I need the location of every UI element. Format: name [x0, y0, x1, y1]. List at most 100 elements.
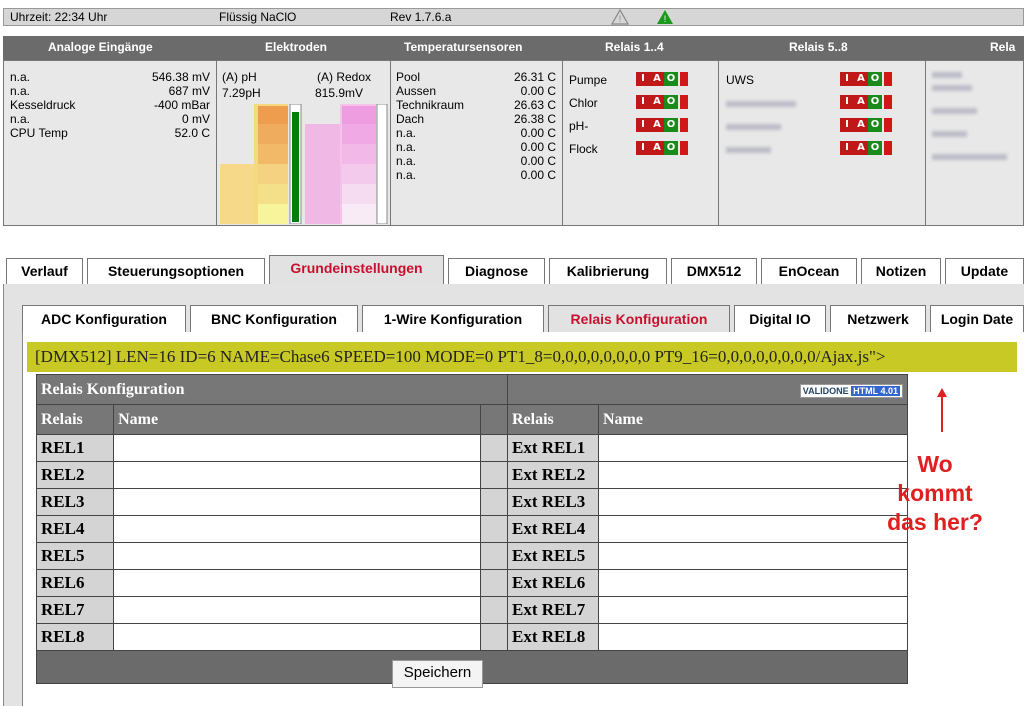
- tab-digital-io[interactable]: Digital IO: [734, 305, 826, 333]
- analog-name: Kesseldruck: [10, 98, 76, 112]
- temp-name: n.a.: [396, 126, 417, 140]
- col-name: Name: [113, 404, 481, 435]
- tab-1wire-konfiguration[interactable]: 1-Wire Konfiguration: [362, 305, 544, 333]
- tab-dmx512[interactable]: DMX512: [671, 258, 757, 284]
- temp-value: 0.00 C: [520, 168, 556, 182]
- tab-bnc-konfiguration[interactable]: BNC Konfiguration: [190, 305, 358, 333]
- section-analog: Analoge Eingänge: [48, 40, 153, 54]
- relay-name-input[interactable]: [113, 434, 481, 462]
- dmx-debug-line: [DMX512] LEN=16 ID=6 NAME=Chase6 SPEED=1…: [27, 342, 1017, 372]
- warning-green-icon: !: [657, 10, 673, 24]
- relay-name: Chlor: [569, 96, 598, 110]
- tab-enocean[interactable]: EnOcean: [761, 258, 857, 284]
- chemical-display: Flüssig NaClO: [219, 10, 297, 24]
- save-button[interactable]: Speichern: [392, 660, 483, 688]
- relay-config-table: Relais Konfiguration VALIDONE HTML 4.01 …: [35, 374, 908, 684]
- section-electrodes: Elektroden: [265, 40, 328, 54]
- redox-label: (A) Redox: [317, 70, 372, 84]
- html401-badge[interactable]: VALIDONE HTML 4.01: [799, 383, 903, 398]
- table-row: REL7 Ext REL7: [35, 596, 908, 624]
- relay-switch[interactable]: IAO: [840, 72, 896, 86]
- temp-name: n.a.: [396, 140, 417, 154]
- relay-label: REL4: [35, 515, 115, 543]
- relay-name: Pumpe: [569, 73, 608, 87]
- section-relays-5-8: Relais 5..8: [789, 40, 848, 54]
- temp-name: Technikraum: [396, 98, 465, 112]
- ext-relay-label: Ext REL5: [507, 542, 599, 570]
- revision-display: Rev 1.7.6.a: [390, 10, 452, 24]
- tab-notizen[interactable]: Notizen: [861, 258, 941, 284]
- relay-switch[interactable]: IAO: [840, 141, 896, 155]
- section-header-bar: Analoge Eingänge Elektroden Temperaturse…: [3, 36, 1024, 60]
- temp-name: Dach: [396, 112, 425, 126]
- warning-gray-icon: !: [611, 9, 629, 25]
- relay-name: Flock: [569, 142, 598, 156]
- relay-label: REL6: [35, 569, 115, 597]
- analog-name: n.a.: [10, 70, 31, 84]
- tab-relais-konfiguration[interactable]: Relais Konfiguration: [548, 305, 730, 333]
- tab-login-date[interactable]: Login Date: [930, 305, 1024, 333]
- analog-value: 0 mV: [181, 112, 210, 126]
- tab-verlauf[interactable]: Verlauf: [6, 258, 83, 284]
- table-row: REL4 Ext REL4: [35, 515, 908, 543]
- table-row: REL8 Ext REL8: [35, 623, 908, 651]
- section-relays-1-4: Relais 1..4: [605, 40, 664, 54]
- relay-name-input[interactable]: [113, 461, 481, 489]
- ext-relay-label: Ext REL2: [507, 461, 599, 489]
- ext-relay-name-input[interactable]: [598, 569, 908, 597]
- relay-label: REL5: [35, 542, 115, 570]
- relay-switch[interactable]: IAO: [636, 118, 692, 132]
- temp-value: 26.63 C: [513, 98, 556, 112]
- ext-relay-label: Ext REL7: [507, 596, 599, 624]
- relay-switch[interactable]: IAO: [840, 118, 896, 132]
- temp-value: 0.00 C: [520, 126, 556, 140]
- temp-name: n.a.: [396, 168, 417, 182]
- temp-value: 26.31 C: [513, 70, 556, 84]
- ext-relay-name-input[interactable]: [598, 623, 908, 651]
- relay-name-input[interactable]: [113, 569, 481, 597]
- relay-switch[interactable]: IAO: [636, 72, 692, 86]
- annotation-text: Wo kommt das her?: [887, 451, 983, 535]
- relay-label: REL1: [35, 434, 115, 462]
- temp-value: 0.00 C: [520, 154, 556, 168]
- tab-kalibrierung[interactable]: Kalibrierung: [549, 258, 667, 284]
- ph-value: 7.29pH: [222, 86, 261, 100]
- tab-update[interactable]: Update: [945, 258, 1024, 284]
- col-name-ext: Name: [598, 404, 908, 435]
- relay-name-input[interactable]: [113, 623, 481, 651]
- temp-name: n.a.: [396, 154, 417, 168]
- time-display: Uhrzeit: 22:34 Uhr: [10, 10, 108, 24]
- relay-name-input[interactable]: [113, 515, 481, 543]
- analog-value: 52.0 C: [174, 126, 210, 140]
- ext-relay-label: Ext REL3: [507, 488, 599, 516]
- section-relays-more: Rela: [990, 40, 1016, 54]
- temp-value: 0.00 C: [520, 84, 556, 98]
- tab-netzwerk[interactable]: Netzwerk: [830, 305, 926, 333]
- ph-label: (A) pH: [222, 70, 257, 84]
- ext-relay-label: Ext REL6: [507, 569, 599, 597]
- analog-value: 546.38 mV: [151, 70, 210, 84]
- relay-label: REL3: [35, 488, 115, 516]
- table-row: REL3 Ext REL3: [35, 488, 908, 516]
- ext-relay-label: Ext REL1: [507, 434, 599, 462]
- ext-relay-name-input[interactable]: [598, 542, 908, 570]
- tab-adc-konfiguration[interactable]: ADC Konfiguration: [22, 305, 186, 333]
- relay-switch[interactable]: IAO: [636, 95, 692, 109]
- relay-name: pH-: [569, 119, 589, 133]
- col-relais: Relais: [35, 404, 115, 435]
- tab-steuerungsoptionen[interactable]: Steuerungsoptionen: [87, 258, 265, 284]
- tab-diagnose[interactable]: Diagnose: [448, 258, 545, 284]
- table-row: REL2 Ext REL2: [35, 461, 908, 489]
- relay-name-input[interactable]: [113, 596, 481, 624]
- relay-switch[interactable]: IAO: [840, 95, 896, 109]
- analog-name: n.a.: [10, 84, 31, 98]
- relay-name-input[interactable]: [113, 542, 481, 570]
- relay-name: UWS: [726, 73, 754, 87]
- analog-name: CPU Temp: [10, 126, 68, 140]
- tab-grundeinstellungen[interactable]: Grundeinstellungen: [269, 255, 444, 284]
- ext-relay-label: Ext REL4: [507, 515, 599, 543]
- ext-relay-name-input[interactable]: [598, 596, 908, 624]
- relay-name-input[interactable]: [113, 488, 481, 516]
- analog-value: 687 mV: [168, 84, 210, 98]
- relay-switch[interactable]: IAO: [636, 141, 692, 155]
